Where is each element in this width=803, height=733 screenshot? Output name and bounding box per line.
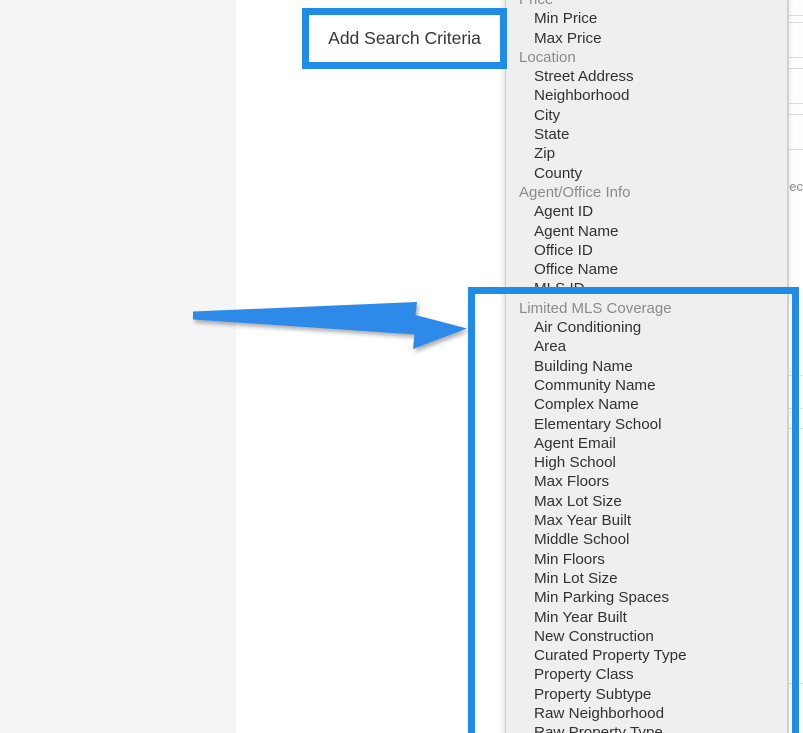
- dropdown-item[interactable]: Office Name: [506, 260, 787, 279]
- dropdown-group-header: Agent/Office Info: [519, 183, 631, 201]
- dropdown-item[interactable]: Raw Neighborhood: [506, 704, 787, 723]
- dropdown-group-header: Price: [506, 0, 787, 9]
- dropdown-item[interactable]: Min Year Built: [506, 608, 787, 627]
- dropdown-item[interactable]: Agent Name: [506, 222, 787, 241]
- dropdown-item[interactable]: Min Lot Size: [506, 569, 787, 588]
- dropdown-item[interactable]: Max Floors: [506, 472, 787, 491]
- dropdown-item[interactable]: City: [506, 106, 787, 125]
- dropdown-item[interactable]: Air Conditioning: [506, 318, 787, 337]
- dropdown-item[interactable]: Office ID: [506, 241, 787, 260]
- dropdown-scroll-container[interactable]: PriceMin PriceMax PriceLocationStreet Ad…: [506, 0, 787, 733]
- dropdown-item[interactable]: Complex Name: [506, 395, 787, 414]
- search-criteria-dropdown[interactable]: PriceMin PriceMax PriceLocationStreet Ad…: [505, 0, 788, 733]
- dropdown-item[interactable]: Property Class: [506, 665, 787, 684]
- dropdown-item[interactable]: Agent ID: [506, 202, 787, 221]
- column-divider-line: [788, 0, 789, 733]
- dropdown-item[interactable]: Min Floors: [506, 550, 787, 569]
- clipped-helper-text: ec: [789, 179, 803, 194]
- dropdown-item[interactable]: Curated Property Type: [506, 646, 787, 665]
- dropdown-item[interactable]: Neighborhood: [506, 86, 787, 105]
- dropdown-item[interactable]: Building Name: [506, 357, 787, 376]
- dropdown-item[interactable]: Min Parking Spaces: [506, 588, 787, 607]
- dropdown-item[interactable]: Middle School: [506, 530, 787, 549]
- dropdown-group-header: Location: [519, 48, 576, 66]
- dropdown-item[interactable]: Agent Email: [506, 434, 787, 453]
- dropdown-group-header: Limited MLS Coverage: [519, 299, 672, 317]
- dropdown-item[interactable]: Elementary School: [506, 415, 787, 434]
- dropdown-item[interactable]: New Construction: [506, 627, 787, 646]
- dropdown-item[interactable]: Zip: [506, 144, 787, 163]
- dropdown-item[interactable]: County: [506, 164, 787, 183]
- dropdown-item[interactable]: Max Lot Size: [506, 492, 787, 511]
- dropdown-item[interactable]: Max Year Built: [506, 511, 787, 530]
- dropdown-item[interactable]: MLS ID: [506, 279, 787, 298]
- left-gutter-panel: [0, 0, 236, 733]
- dropdown-item[interactable]: Area: [506, 337, 787, 356]
- dropdown-item[interactable]: Property Subtype: [506, 685, 787, 704]
- dropdown-item[interactable]: State: [506, 125, 787, 144]
- dropdown-item[interactable]: High School: [506, 453, 787, 472]
- dropdown-item[interactable]: Max Price: [506, 29, 787, 48]
- screenshot-stage: Add Search Criteria Default Sort Default…: [0, 0, 803, 733]
- dropdown-item[interactable]: Community Name: [506, 376, 787, 395]
- dropdown-item[interactable]: Min Price: [506, 9, 787, 28]
- dropdown-item[interactable]: Raw Property Type: [506, 723, 787, 733]
- dropdown-item[interactable]: Street Address: [506, 67, 787, 86]
